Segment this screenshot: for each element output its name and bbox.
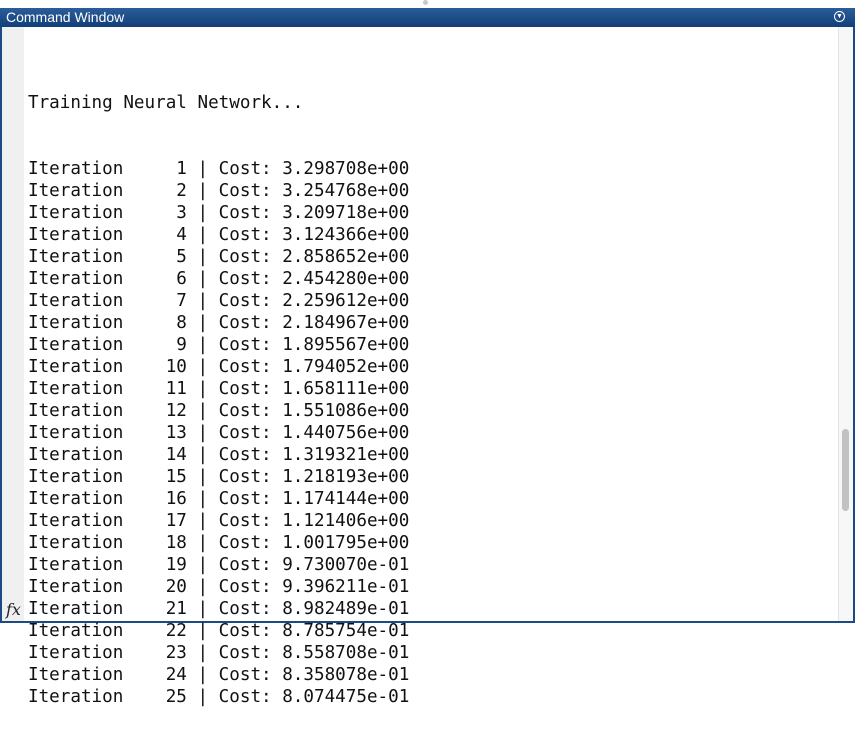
output-line: Iteration 23 | Cost: 8.558708e-01 [28, 643, 410, 663]
output-line: Iteration 3 | Cost: 3.209718e+00 [28, 203, 410, 223]
output-line: Iteration 9 | Cost: 1.895567e+00 [28, 335, 410, 355]
output-line: Iteration 20 | Cost: 9.396211e-01 [28, 577, 410, 597]
command-window: Command Window ▼ fx Training Neural Netw… [0, 8, 855, 707]
output-line: Iteration 6 | Cost: 2.454280e+00 [28, 269, 410, 289]
output-line: Iteration 10 | Cost: 1.794052e+00 [28, 357, 410, 377]
window-title: Command Window [6, 9, 125, 25]
resize-grip[interactable] [423, 0, 428, 5]
output-line: Iteration 22 | Cost: 8.785754e-01 [28, 621, 410, 641]
output-line: Iteration 15 | Cost: 1.218193e+00 [28, 467, 410, 487]
vertical-scrollbar[interactable] [838, 27, 853, 621]
output-line: Iteration 13 | Cost: 1.440756e+00 [28, 423, 410, 443]
command-output[interactable]: Training Neural Network... Iteration 1 |… [28, 48, 409, 752]
title-bar: Command Window ▼ [0, 8, 855, 27]
output-line: Iteration 4 | Cost: 3.124366e+00 [28, 225, 410, 245]
fx-icon[interactable]: fx [6, 600, 21, 619]
output-line: Iteration 16 | Cost: 1.174144e+00 [28, 489, 410, 509]
output-line: Iteration 1 | Cost: 3.298708e+00 [28, 159, 410, 179]
output-line: Iteration 14 | Cost: 1.319321e+00 [28, 445, 410, 465]
output-line: Iteration 18 | Cost: 1.001795e+00 [28, 533, 410, 553]
output-line: Iteration 5 | Cost: 2.858652e+00 [28, 247, 410, 267]
output-line: Iteration 25 | Cost: 8.074475e-01 [28, 687, 410, 707]
output-header: Training Neural Network... [28, 93, 304, 113]
output-line: Iteration 12 | Cost: 1.551086e+00 [28, 401, 410, 421]
output-line: Iteration 21 | Cost: 8.982489e-01 [28, 599, 410, 619]
scrollbar-thumb[interactable] [842, 429, 849, 511]
gutter: fx [2, 27, 24, 621]
output-line: Iteration 7 | Cost: 2.259612e+00 [28, 291, 410, 311]
output-line: Iteration 8 | Cost: 2.184967e+00 [28, 313, 410, 333]
output-line: Iteration 24 | Cost: 8.358078e-01 [28, 665, 410, 685]
chevron-down-circle-icon[interactable]: ▼ [834, 11, 845, 22]
output-line: Iteration 2 | Cost: 3.254768e+00 [28, 181, 410, 201]
output-line: Iteration 11 | Cost: 1.658111e+00 [28, 379, 410, 399]
output-line: Iteration 17 | Cost: 1.121406e+00 [28, 511, 410, 531]
output-line: Iteration 19 | Cost: 9.730070e-01 [28, 555, 410, 575]
